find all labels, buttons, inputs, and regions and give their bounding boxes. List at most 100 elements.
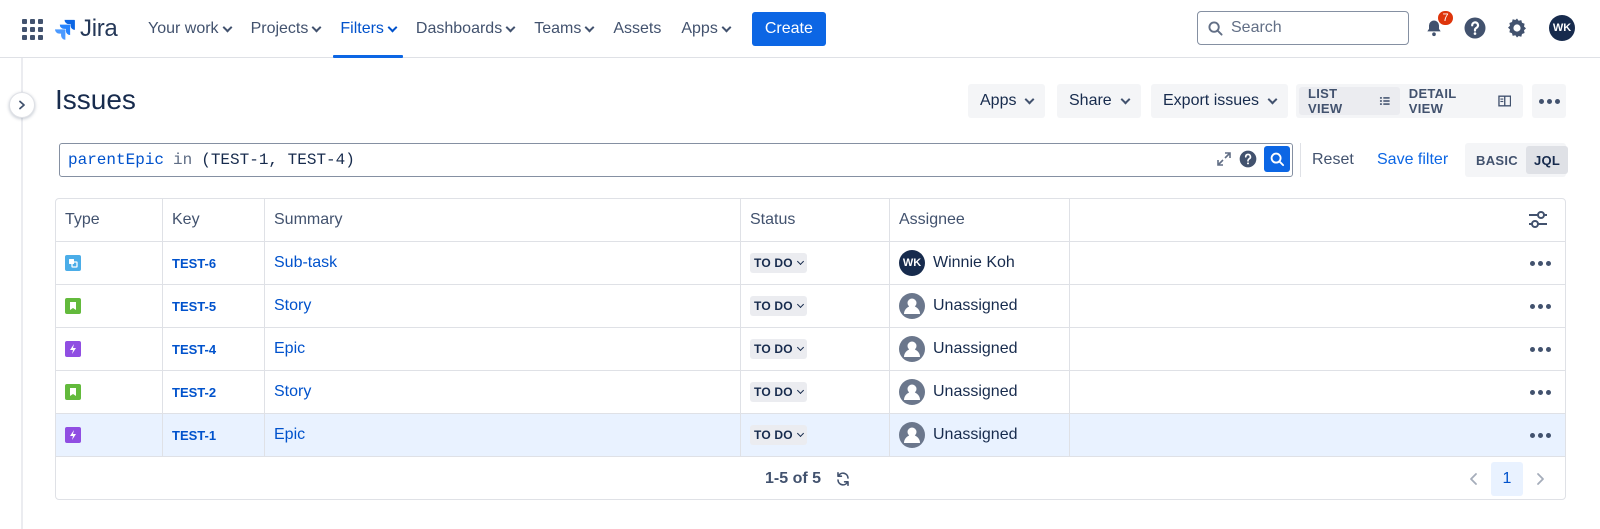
- status-cell: TO DO: [741, 285, 890, 327]
- assignee-cell[interactable]: Unassigned: [890, 285, 1070, 327]
- next-page-icon[interactable]: [1533, 472, 1547, 486]
- refresh-icon[interactable]: [835, 471, 851, 487]
- nav-item-filters[interactable]: Filters: [330, 0, 406, 58]
- nav-item-label: Your work: [148, 20, 219, 37]
- view-toggle: LIST VIEW DETAIL VIEW: [1296, 84, 1523, 118]
- apps-button[interactable]: Apps: [968, 84, 1046, 118]
- assignee-avatar: WK: [899, 250, 925, 276]
- search-input[interactable]: Search: [1197, 11, 1409, 45]
- jql-query-input[interactable]: parentEpic in (TEST-1, TEST-4): [59, 143, 1293, 177]
- nav-item-projects[interactable]: Projects: [241, 0, 331, 58]
- result-count: 1-5 of 5: [765, 457, 851, 499]
- status-dropdown[interactable]: TO DO: [750, 425, 807, 445]
- basic-mode-option[interactable]: BASIC: [1468, 146, 1526, 174]
- jira-logo[interactable]: Jira: [54, 14, 118, 44]
- status-dropdown[interactable]: TO DO: [750, 296, 807, 316]
- column-header-type[interactable]: Type: [56, 199, 163, 241]
- summary-cell: Epic: [265, 328, 741, 370]
- assignee-cell[interactable]: Unassigned: [890, 328, 1070, 370]
- export-issues-button[interactable]: Export issues: [1151, 84, 1289, 118]
- row-actions-button[interactable]: [1530, 414, 1551, 456]
- detail-view-option[interactable]: DETAIL VIEW: [1400, 86, 1520, 116]
- assignee-cell[interactable]: WK Winnie Koh: [890, 242, 1070, 284]
- assignee-cell[interactable]: Unassigned: [890, 414, 1070, 456]
- table-row[interactable]: TEST-5 Story TO DO Unassigned: [56, 285, 1565, 328]
- jql-actions: [1216, 146, 1290, 172]
- status-dropdown[interactable]: TO DO: [750, 382, 807, 402]
- type-cell: [56, 328, 163, 370]
- help-button[interactable]: [1461, 14, 1489, 42]
- share-button[interactable]: Share: [1057, 84, 1141, 118]
- jira-logo-icon: [55, 19, 75, 40]
- issue-key-link[interactable]: TEST-6: [172, 256, 216, 271]
- row-actions-button[interactable]: [1530, 371, 1551, 413]
- column-configuration-button[interactable]: [1527, 210, 1549, 235]
- save-filter-button[interactable]: Save filter: [1377, 143, 1448, 177]
- table-row[interactable]: TEST-4 Epic TO DO Unassigned: [56, 328, 1565, 371]
- more-actions-button[interactable]: [1532, 84, 1566, 118]
- summary-cell: Story: [265, 285, 741, 327]
- story-type-icon: [65, 298, 81, 314]
- assignee-cell[interactable]: Unassigned: [890, 371, 1070, 413]
- assignee-name: Unassigned: [933, 383, 1018, 400]
- expand-icon[interactable]: [1216, 151, 1232, 167]
- column-header-assignee[interactable]: Assignee: [890, 199, 1070, 241]
- row-actions-button[interactable]: [1530, 242, 1551, 284]
- issue-key-link[interactable]: TEST-1: [172, 428, 216, 443]
- column-header-summary[interactable]: Summary: [265, 199, 741, 241]
- chevron-down-icon: [796, 429, 804, 438]
- empty-cell: [1070, 371, 1565, 413]
- table-row[interactable]: TEST-2 Story TO DO Unassigned: [56, 371, 1565, 414]
- issue-summary-link[interactable]: Story: [274, 383, 311, 401]
- status-cell: TO DO: [741, 414, 890, 456]
- issue-key-link[interactable]: TEST-5: [172, 299, 216, 314]
- settings-button[interactable]: [1503, 14, 1531, 42]
- type-cell: [56, 371, 163, 413]
- apps-button-label: Apps: [980, 92, 1017, 109]
- status-dropdown[interactable]: TO DO: [750, 253, 807, 273]
- nav-item-dashboards[interactable]: Dashboards: [406, 0, 524, 58]
- nav-item-apps[interactable]: Apps: [671, 0, 739, 58]
- summary-cell: Epic: [265, 414, 741, 456]
- run-search-button[interactable]: [1264, 146, 1290, 172]
- row-actions-button[interactable]: [1530, 285, 1551, 327]
- page-number-current[interactable]: 1: [1491, 462, 1523, 496]
- issue-key-link[interactable]: TEST-4: [172, 342, 216, 357]
- issue-summary-link[interactable]: Epic: [274, 426, 305, 444]
- status-cell: TO DO: [741, 371, 890, 413]
- table-row[interactable]: TEST-1 Epic TO DO Unassigned: [56, 414, 1565, 457]
- nav-item-assets[interactable]: Assets: [603, 0, 671, 58]
- column-header-status[interactable]: Status: [741, 199, 890, 241]
- summary-cell: Sub-task: [265, 242, 741, 284]
- app-switcher-icon[interactable]: [20, 17, 44, 41]
- syntax-help-icon[interactable]: [1238, 149, 1258, 169]
- jql-mode-option[interactable]: JQL: [1525, 146, 1569, 174]
- previous-page-icon[interactable]: [1467, 472, 1481, 486]
- primary-nav: Your work Projects Filters Dashboards Teams A…: [138, 0, 826, 58]
- nav-item-teams[interactable]: Teams: [524, 0, 603, 58]
- issue-summary-link[interactable]: Epic: [274, 340, 305, 358]
- search-mode-toggle: BASIC JQL: [1465, 143, 1569, 177]
- table-row[interactable]: TEST-6 Sub-task TO DO WK Winnie Koh: [56, 242, 1565, 285]
- assignee-name: Unassigned: [933, 426, 1018, 443]
- key-cell: TEST-6: [163, 242, 265, 284]
- issue-key-link[interactable]: TEST-2: [172, 385, 216, 400]
- row-actions-button[interactable]: [1530, 328, 1551, 370]
- reset-button[interactable]: Reset: [1312, 143, 1354, 177]
- user-avatar[interactable]: WK: [1549, 15, 1575, 41]
- status-dropdown[interactable]: TO DO: [750, 339, 807, 359]
- expand-sidebar-button[interactable]: [9, 92, 35, 118]
- notifications-button[interactable]: 7: [1420, 10, 1454, 42]
- create-button[interactable]: Create: [751, 12, 826, 46]
- list-view-option[interactable]: LIST VIEW: [1299, 86, 1400, 116]
- top-navigation: Jira Your work Projects Filters Dashboards T…: [0, 0, 1600, 58]
- column-header-key[interactable]: Key: [163, 199, 265, 241]
- issue-summary-link[interactable]: Sub-task: [274, 254, 337, 272]
- more-icon: [1538, 98, 1544, 104]
- nav-item-your-work[interactable]: Your work: [138, 0, 241, 58]
- notification-badge: 7: [1437, 10, 1454, 26]
- status-label: TO DO: [754, 299, 793, 313]
- chevron-down-icon: [1025, 94, 1035, 104]
- chevron-down-icon: [796, 343, 804, 352]
- issue-summary-link[interactable]: Story: [274, 297, 311, 315]
